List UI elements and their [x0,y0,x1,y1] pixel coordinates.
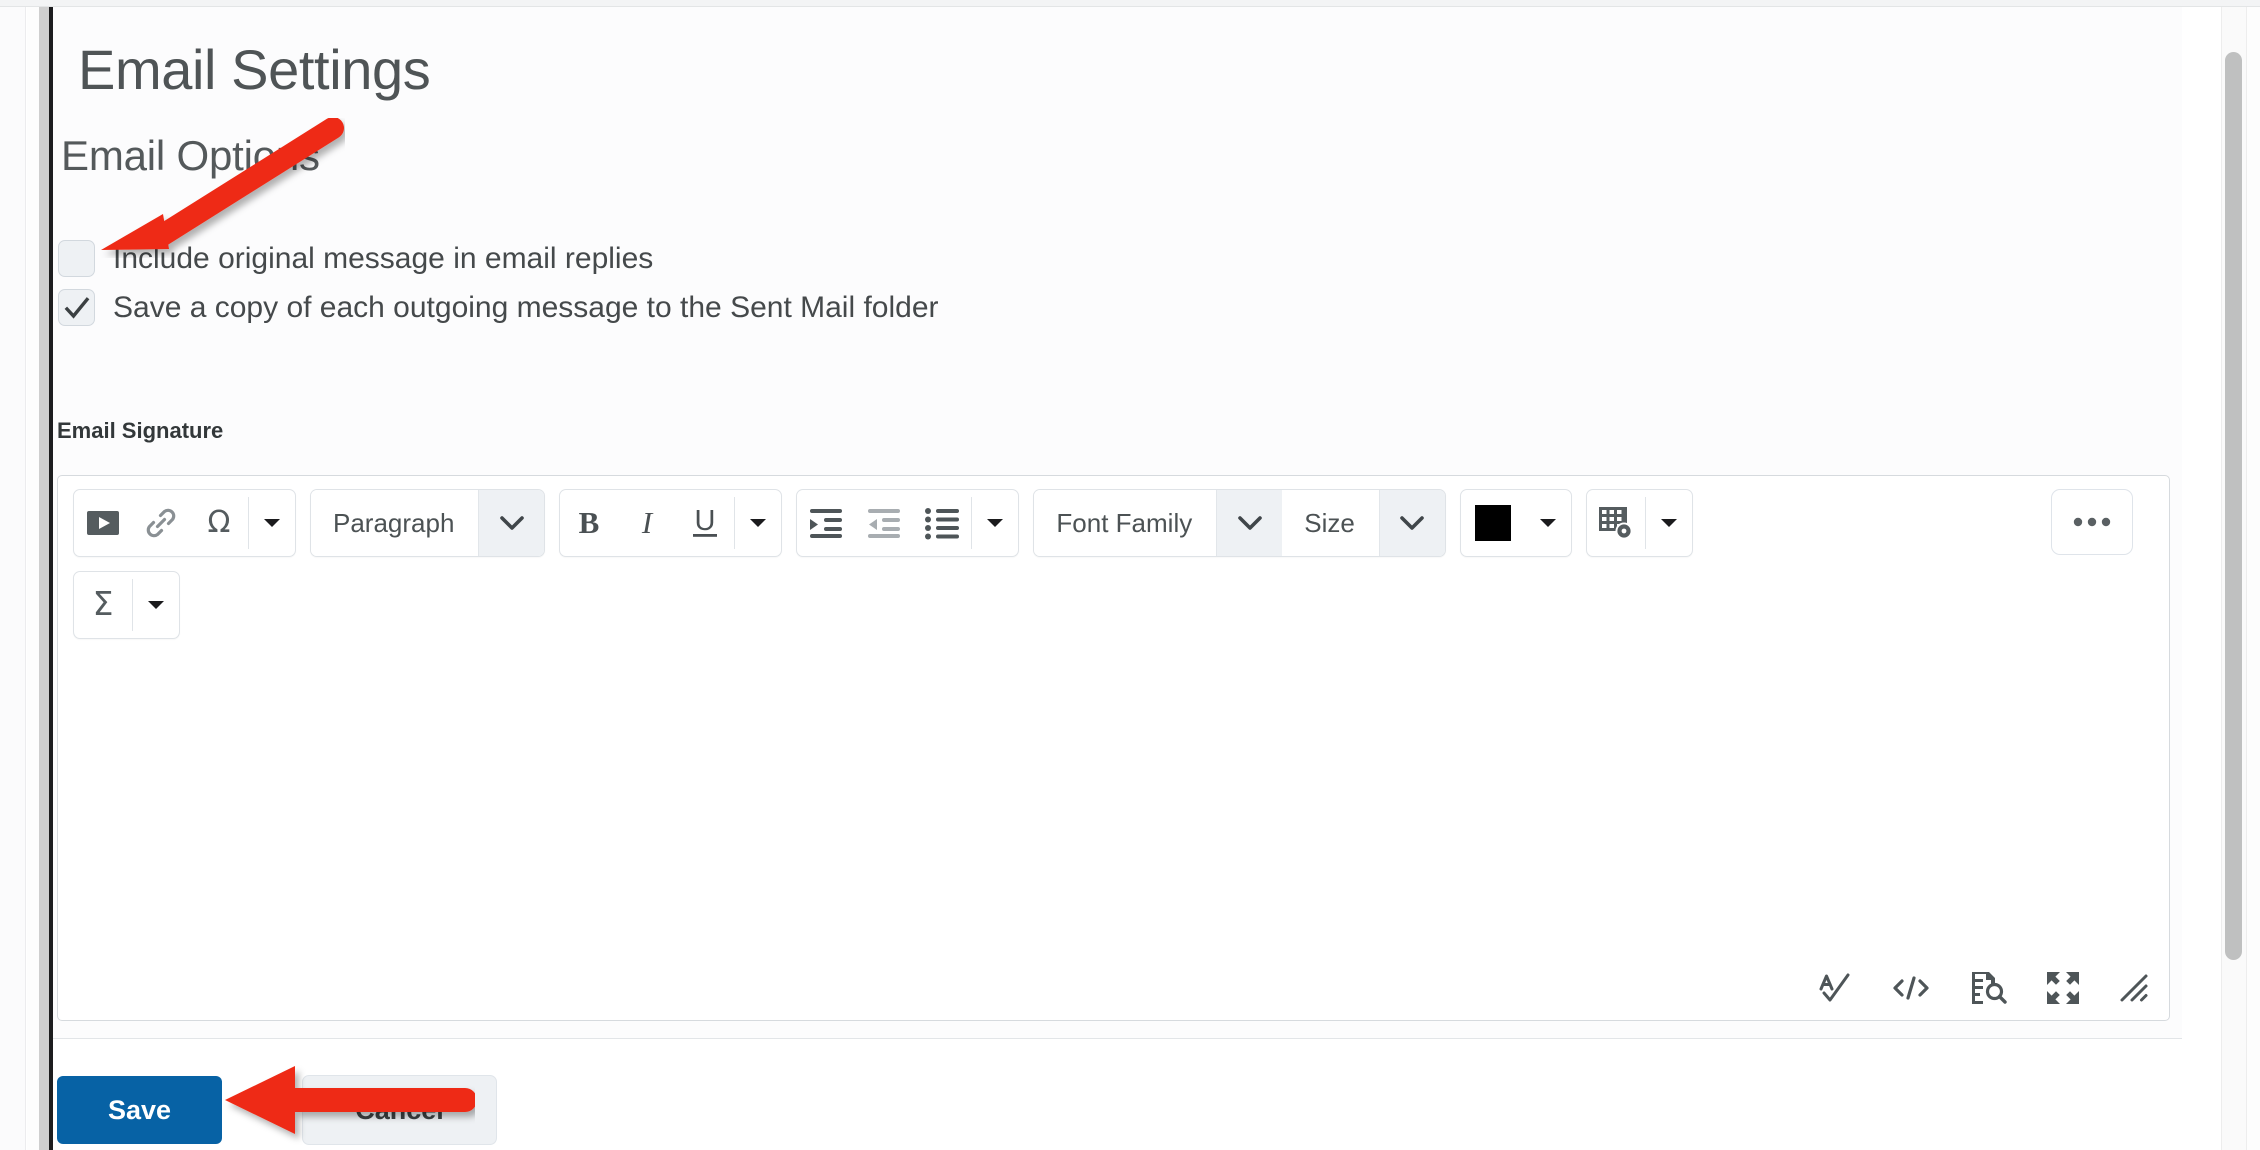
svg-text:U: U [695,505,716,537]
screen-root: Email Settings Email Options Include ori… [0,0,2260,1150]
bullet-list-icon[interactable] [913,490,971,556]
text-style-group: B I U [559,489,783,557]
svg-text:Σ: Σ [93,587,114,623]
table-caret-icon[interactable] [1646,490,1692,556]
text-style-more-caret-icon[interactable] [735,490,781,556]
cancel-button[interactable]: Cancel [302,1075,497,1145]
editor-toolbar: Ω Paragraph B I U Font Family Size [58,476,2169,557]
paragraph-more-caret-icon[interactable] [972,490,1018,556]
font-family-chevron-down-icon[interactable] [1216,490,1283,556]
rich-text-editor: Ω Paragraph B I U Font Family Size Σ [57,475,2170,1021]
insert-more-caret-icon[interactable] [249,490,295,556]
page-title: Email Settings [78,38,431,101]
browser-chrome-hairline [0,0,2260,7]
font-size-chevron-down-icon[interactable] [1378,490,1445,556]
accessibility-check-icon[interactable] [1969,970,2007,1006]
option-label-save-copy-sent-mail: Save a copy of each outgoing message to … [113,290,939,324]
insert-group: Ω [73,489,296,557]
text-color-swatch-button[interactable] [1461,490,1525,556]
sigma-equation-icon[interactable]: Σ [74,572,132,638]
left-scroll-strip[interactable] [39,7,49,1150]
resize-handle-icon[interactable] [2119,973,2149,1003]
table-group [1585,489,1693,557]
color-swatch-icon [1474,505,1511,541]
html-source-icon[interactable] [1891,973,1931,1003]
indent-icon[interactable] [797,490,855,556]
text-color-caret-icon[interactable] [1525,490,1571,556]
table-properties-icon[interactable] [1587,490,1645,556]
svg-text:I: I [641,506,654,540]
font-group: Font Family Size [1033,489,1446,557]
bold-button[interactable]: B [560,490,618,556]
left-gutter-outer [0,7,26,1150]
window-right-edge [2247,7,2260,1150]
vertical-scrollbar-thumb[interactable] [2225,52,2242,960]
equation-group: Σ [73,571,180,639]
more-options-wrapper [2051,489,2133,555]
equation-caret-icon[interactable] [133,572,179,638]
svg-text:B: B [579,506,600,540]
paragraph-group [796,489,1020,557]
link-icon[interactable] [132,490,190,556]
font-size-value[interactable]: Size [1282,490,1379,556]
svg-text:Ω: Ω [208,506,231,540]
option-save-copy-sent-mail[interactable]: Save a copy of each outgoing message to … [58,289,939,326]
more-options-button[interactable] [2051,489,2133,555]
format-style-select[interactable]: Paragraph [310,489,546,557]
main-content-panel: Email Settings Email Options Include ori… [53,7,2182,1150]
signature-editor-body[interactable] [59,652,2168,1019]
italic-button[interactable]: I [618,490,676,556]
form-footer: Save Cancel [53,1039,2182,1150]
outdent-icon[interactable] [855,490,913,556]
section-heading-email-options: Email Options [61,132,320,179]
omega-special-character-icon[interactable]: Ω [190,490,248,556]
fullscreen-icon[interactable] [2045,970,2081,1006]
left-gutter-inner [27,7,39,1150]
save-copy-sent-mail-checkbox[interactable] [58,289,95,326]
ellipsis-icon [2073,517,2111,527]
checkmark-icon [64,296,89,319]
include-original-message-checkbox[interactable] [58,240,95,277]
editor-toolbar-row-2: Σ [73,571,180,639]
format-style-value[interactable]: Paragraph [311,490,479,556]
spell-check-icon[interactable] [1817,971,1853,1005]
underline-button[interactable]: U [676,490,734,556]
email-signature-label: Email Signature [57,418,224,443]
color-group [1459,489,1572,557]
editor-status-bar [1817,970,2149,1006]
save-button[interactable]: Save [57,1076,222,1144]
format-style-chevron-down-icon[interactable] [478,490,545,556]
font-family-value[interactable]: Font Family [1034,490,1217,556]
option-label-include-original-message: Include original message in email replie… [113,241,654,275]
insert-stuff-icon[interactable] [74,490,132,556]
option-include-original-message[interactable]: Include original message in email replie… [58,240,653,277]
